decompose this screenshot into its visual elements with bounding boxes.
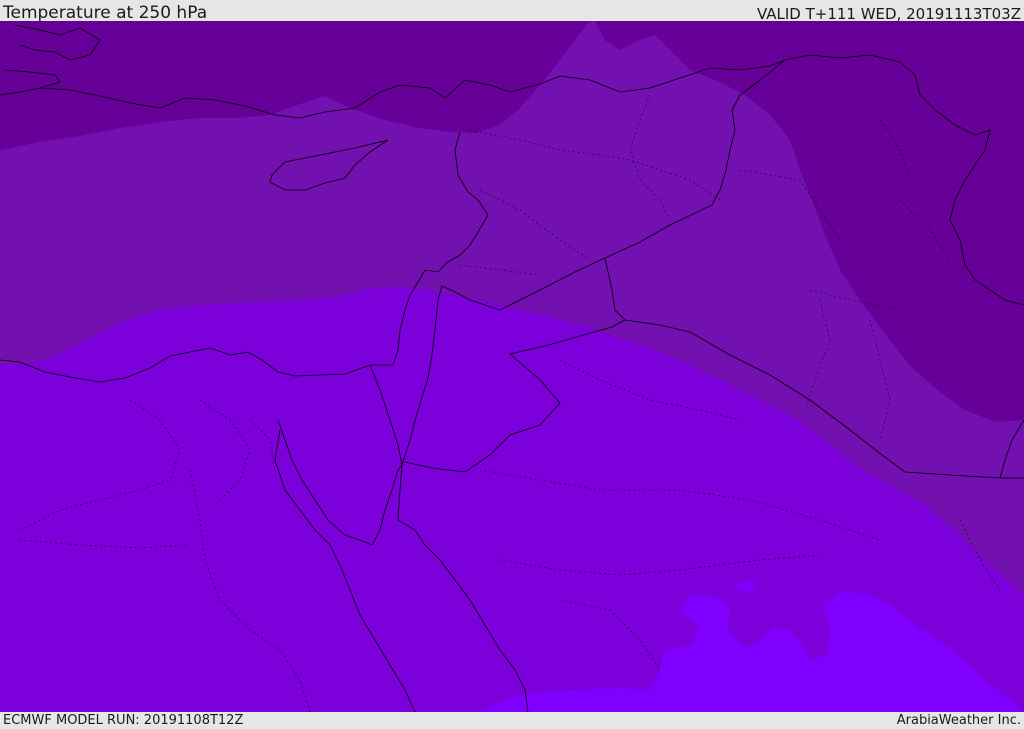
footer-bar: ECMWF MODEL RUN: 20191108T12Z ArabiaWeat… [0,712,1024,729]
credit: ArabiaWeather Inc. [896,713,1021,728]
map-title: Temperature at 250 hPa [3,3,208,23]
temperature-map [0,21,1024,712]
model-run: ECMWF MODEL RUN: 20191108T12Z [3,713,244,728]
header-bar: Temperature at 250 hPa VALID T+111 WED, … [0,0,1024,23]
